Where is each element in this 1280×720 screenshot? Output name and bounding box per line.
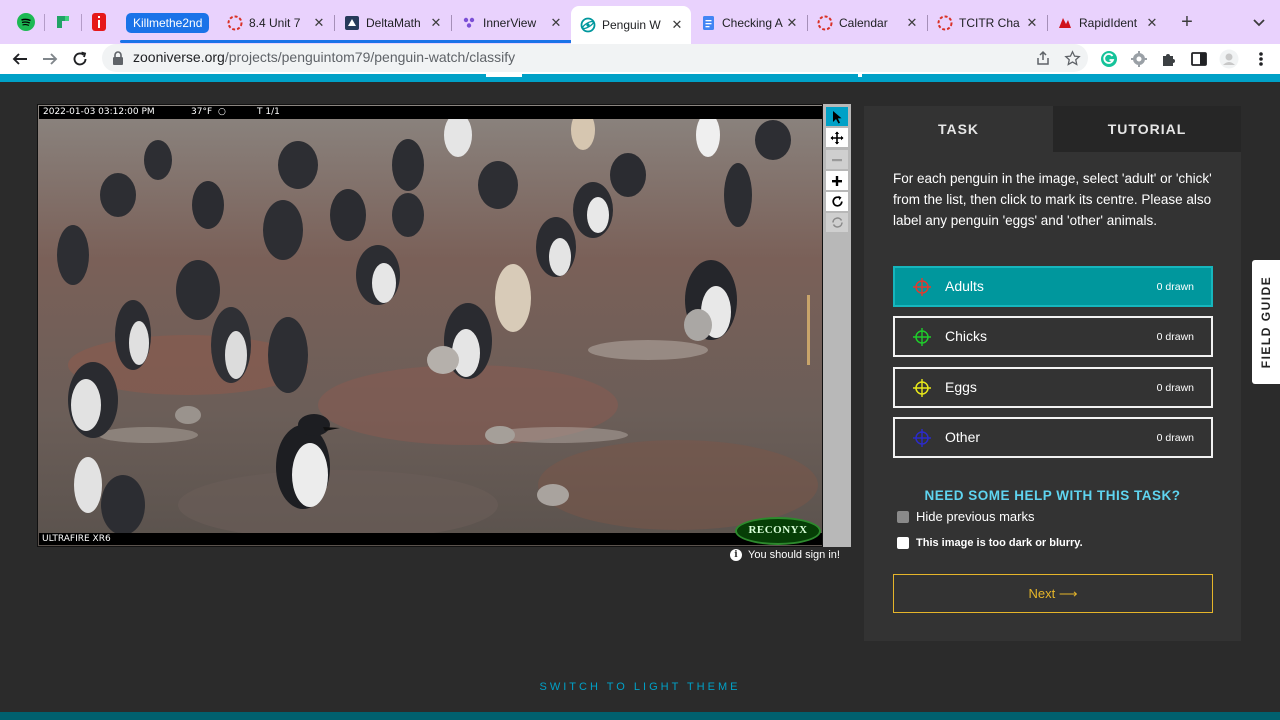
crosshair-icon bbox=[913, 429, 931, 447]
field-guide-tab[interactable]: FIELD GUIDE bbox=[1252, 260, 1280, 384]
zooniverse-icon bbox=[580, 17, 596, 33]
choice-eggs[interactable]: Eggs 0 drawn bbox=[893, 367, 1213, 408]
address-bar[interactable]: zooniverse.org/projects/penguintom79/pen… bbox=[102, 44, 1088, 72]
back-arrow-icon[interactable] bbox=[8, 47, 32, 71]
task-panel: TASK TUTORIAL For each penguin in the im… bbox=[864, 106, 1241, 641]
too-dark-checkbox[interactable]: This image is too dark or blurry. bbox=[897, 537, 1083, 549]
tab-calendar[interactable]: Calendar ✕ bbox=[808, 8, 926, 38]
zoom-out-icon[interactable] bbox=[826, 150, 848, 169]
annotate-pointer-icon[interactable] bbox=[826, 107, 848, 126]
loading-circle-icon bbox=[817, 15, 833, 31]
tab-rapididentity[interactable]: RapidIdent ✕ bbox=[1048, 8, 1166, 38]
checkbox-box[interactable] bbox=[897, 510, 909, 523]
spotify-icon[interactable] bbox=[15, 11, 37, 33]
subject-image[interactable]: 2022-01-03 03:12:00 PM 37°F ○ T 1/1 ULTR… bbox=[37, 104, 823, 547]
camera-model: ULTRAFIRE XR6 bbox=[39, 533, 822, 545]
reconyx-logo: RECONYX bbox=[735, 517, 821, 545]
deltamath-icon bbox=[344, 15, 360, 31]
reload-icon[interactable] bbox=[68, 47, 92, 71]
browser-toolbar: zooniverse.org/projects/penguintom79/pen… bbox=[0, 44, 1280, 74]
subject-viewer: 2022-01-03 03:12:00 PM 37°F ○ T 1/1 ULTR… bbox=[37, 104, 851, 547]
move-icon[interactable] bbox=[826, 128, 848, 147]
hide-marks-checkbox[interactable]: Hide previous marks bbox=[897, 509, 1035, 524]
innerview-icon bbox=[461, 15, 477, 31]
crosshair-icon bbox=[913, 328, 931, 346]
checkbox-box[interactable] bbox=[897, 537, 909, 549]
choice-adults[interactable]: Adults 0 drawn bbox=[893, 266, 1213, 307]
close-icon[interactable]: ✕ bbox=[1024, 15, 1040, 31]
loading-circle-icon bbox=[937, 15, 953, 31]
app-icon[interactable] bbox=[52, 11, 74, 33]
grammarly-icon[interactable] bbox=[1099, 49, 1119, 69]
tab-penguin-watch[interactable]: Penguin W ✕ bbox=[571, 6, 691, 44]
stamp-datetime: 2022-01-03 03:12:00 PM bbox=[43, 107, 155, 117]
tab-innerview[interactable]: InnerView ✕ bbox=[452, 8, 570, 38]
tab-unit7[interactable]: 8.4 Unit 7 ✕ bbox=[218, 8, 333, 38]
browser-tab-strip: Killmethe2nd 8.4 Unit 7 ✕ DeltaMath ✕ In… bbox=[0, 0, 1280, 44]
close-icon[interactable]: ✕ bbox=[311, 15, 327, 31]
tab-deltamath[interactable]: DeltaMath ✕ bbox=[335, 8, 450, 38]
tab-group-underline bbox=[120, 40, 572, 43]
loading-circle-icon bbox=[227, 15, 243, 31]
task-tabs: TASK TUTORIAL bbox=[864, 106, 1241, 152]
reset-icon[interactable] bbox=[826, 213, 848, 232]
url-text: zooniverse.org/projects/penguintom79/pen… bbox=[133, 49, 516, 65]
choice-chicks[interactable]: Chicks 0 drawn bbox=[893, 316, 1213, 357]
next-button[interactable]: Next ⟶ bbox=[893, 574, 1213, 613]
tab-search-chevron-icon[interactable] bbox=[1250, 13, 1268, 31]
close-icon[interactable]: ✕ bbox=[904, 15, 920, 31]
rapididentity-icon bbox=[1057, 15, 1073, 31]
tab-tcitr[interactable]: TCITR Cha ✕ bbox=[928, 8, 1046, 38]
puzzle-icon[interactable] bbox=[1159, 49, 1179, 69]
share-icon[interactable] bbox=[1034, 49, 1052, 67]
zoom-in-icon[interactable] bbox=[826, 171, 848, 190]
theme-switch-link[interactable]: SWITCH TO LIGHT THEME bbox=[0, 681, 1280, 693]
image-toolbar bbox=[823, 104, 851, 547]
star-icon[interactable] bbox=[1063, 49, 1081, 67]
tab-group-label[interactable]: Killmethe2nd bbox=[126, 13, 210, 33]
rotate-icon[interactable] bbox=[826, 192, 848, 211]
sidepanel-icon[interactable] bbox=[1189, 49, 1209, 69]
footer-band bbox=[0, 712, 1280, 720]
new-tab-button[interactable]: + bbox=[1176, 10, 1198, 34]
close-icon[interactable]: ✕ bbox=[548, 15, 564, 31]
close-icon[interactable]: ✕ bbox=[669, 17, 685, 33]
stamp-temperature: 37°F bbox=[191, 107, 213, 117]
close-icon[interactable]: ✕ bbox=[428, 15, 444, 31]
avatar[interactable] bbox=[1219, 49, 1239, 69]
crosshair-icon bbox=[913, 278, 931, 296]
sign-in-notice: i You should sign in! bbox=[730, 549, 840, 561]
close-icon[interactable]: ✕ bbox=[784, 15, 800, 31]
choice-other[interactable]: Other 0 drawn bbox=[893, 417, 1213, 458]
app-icon[interactable] bbox=[88, 11, 110, 33]
kebab-menu-icon[interactable] bbox=[1251, 49, 1271, 69]
crosshair-icon bbox=[913, 379, 931, 397]
task-instructions: For each penguin in the image, select 'a… bbox=[893, 171, 1212, 228]
tab-tutorial[interactable]: TUTORIAL bbox=[1053, 106, 1241, 152]
help-link[interactable]: NEED SOME HELP WITH THIS TASK? bbox=[864, 488, 1241, 503]
lock-icon bbox=[113, 51, 123, 65]
info-icon: i bbox=[730, 549, 742, 561]
close-icon[interactable]: ✕ bbox=[1144, 15, 1160, 31]
forward-arrow-icon[interactable] bbox=[38, 47, 62, 71]
stamp-counter: T 1/1 bbox=[257, 107, 280, 117]
tab-checking[interactable]: Checking A ✕ bbox=[691, 8, 806, 38]
camera-stamp-bar: 2022-01-03 03:12:00 PM 37°F ○ T 1/1 bbox=[39, 106, 822, 119]
extension-icon[interactable] bbox=[1129, 49, 1149, 69]
site-header-band bbox=[0, 74, 1280, 82]
moon-phase-icon: ○ bbox=[218, 107, 226, 117]
docs-icon bbox=[700, 15, 716, 31]
tab-task[interactable]: TASK bbox=[864, 106, 1053, 152]
